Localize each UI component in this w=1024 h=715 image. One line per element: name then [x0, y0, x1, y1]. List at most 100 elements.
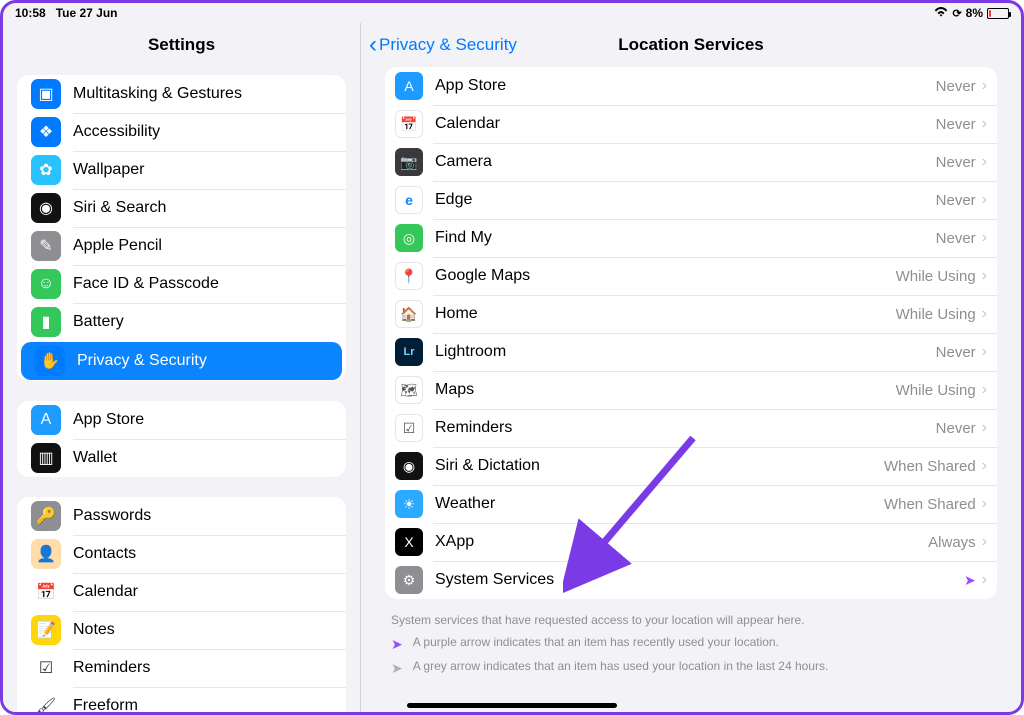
app-icon: ✿	[31, 155, 61, 185]
app-icon: ◎	[395, 224, 423, 252]
app-row-find-my[interactable]: ◎Find MyNever›	[385, 219, 997, 257]
app-label: Find My	[435, 229, 936, 247]
app-row-weather[interactable]: ☀WeatherWhen Shared›	[385, 485, 997, 523]
app-icon: ▮	[31, 307, 61, 337]
app-label: Maps	[435, 381, 896, 399]
app-icon: ✎	[31, 231, 61, 261]
chevron-right-icon: ›	[982, 533, 987, 551]
sidebar-item-face-id-passcode[interactable]: ☺ Face ID & Passcode	[17, 265, 346, 303]
app-icon: Lr	[395, 338, 423, 366]
legend-grey-text: A grey arrow indicates that an item has …	[413, 659, 829, 673]
sidebar-item-apple-pencil[interactable]: ✎Apple Pencil	[17, 227, 346, 265]
chevron-right-icon: ›	[982, 305, 987, 323]
sidebar-item-label: Freeform	[73, 697, 334, 712]
sidebar-item-wallet[interactable]: ▥Wallet	[17, 439, 346, 477]
app-row-edge[interactable]: eEdgeNever›	[385, 181, 997, 219]
app-label: System Services	[435, 571, 964, 589]
app-icon: ☀	[395, 490, 423, 518]
sidebar-item-reminders[interactable]: ☑ Reminders	[17, 649, 346, 687]
sidebar-item-label: Calendar	[73, 583, 334, 601]
app-row-system-services[interactable]: ⚙ System Services➤ ›	[385, 561, 997, 599]
sidebar-item-privacy-security[interactable]: ✋Privacy & Security	[21, 342, 342, 380]
sidebar-item-label: Notes	[73, 621, 334, 639]
chevron-right-icon: ›	[982, 457, 987, 475]
app-row-xapp[interactable]: X XAppAlways ›	[385, 523, 997, 561]
app-row-app-store[interactable]: AApp StoreNever›	[385, 67, 997, 105]
app-icon: ☺	[31, 269, 61, 299]
app-icon: ◉	[31, 193, 61, 223]
app-row-siri-dictation[interactable]: ◉Siri & DictationWhen Shared›	[385, 447, 997, 485]
app-icon: ▣	[31, 79, 61, 109]
footer-note: System services that have requested acce…	[391, 611, 991, 629]
app-label: App Store	[435, 77, 936, 95]
sidebar-item-label: App Store	[73, 411, 334, 429]
sidebar-item-wallpaper[interactable]: ✿Wallpaper	[17, 151, 346, 189]
chevron-right-icon: ›	[982, 495, 987, 513]
sidebar-item-battery[interactable]: ▮ Battery	[17, 303, 346, 341]
app-row-camera[interactable]: 📷CameraNever›	[385, 143, 997, 181]
location-apps-list: A App Store Never › 📅CalendarNever› 📷 Camera Ne…	[385, 67, 997, 599]
sidebar-item-label: Siri & Search	[73, 199, 334, 217]
app-icon: 📝	[31, 615, 61, 645]
app-icon: A	[31, 405, 61, 435]
sidebar-item-multitasking-gestures[interactable]: ▣Multitasking & Gestures	[17, 75, 346, 113]
app-row-lightroom[interactable]: LrLightroomNever›	[385, 333, 997, 371]
detail-title: Location Services	[361, 23, 1021, 67]
wifi-icon	[934, 6, 948, 20]
app-label: Home	[435, 305, 896, 323]
settings-sidebar: Settings ▣Multitasking & Gestures❖Access…	[3, 23, 361, 712]
app-row-google-maps[interactable]: 📍Google MapsWhile Using›	[385, 257, 997, 295]
app-icon: 🏠	[395, 300, 423, 328]
app-status: Never	[936, 344, 976, 361]
chevron-right-icon: ›	[982, 419, 987, 437]
sidebar-item-accessibility[interactable]: ❖Accessibility	[17, 113, 346, 151]
app-status: Always	[928, 534, 976, 551]
sidebar-item-label: Reminders	[73, 659, 334, 677]
chevron-right-icon: ›	[982, 381, 987, 399]
app-icon: 🗺	[395, 376, 423, 404]
status-date: Tue 27 Jun	[56, 6, 118, 20]
app-status: Never	[936, 192, 976, 209]
app-row-home[interactable]: 🏠HomeWhile Using›	[385, 295, 997, 333]
app-row-calendar[interactable]: 📅CalendarNever›	[385, 105, 997, 143]
app-label: Camera	[435, 153, 936, 171]
app-icon: ☑	[395, 414, 423, 442]
app-icon: ☑	[31, 653, 61, 683]
chevron-right-icon: ›	[982, 343, 987, 361]
app-label: Weather	[435, 495, 884, 513]
sidebar-item-contacts[interactable]: 👤Contacts	[17, 535, 346, 573]
sidebar-item-siri-search[interactable]: ◉ Siri & Search	[17, 189, 346, 227]
sidebar-item-label: Face ID & Passcode	[73, 275, 334, 293]
sidebar-item-label: Passwords	[73, 507, 334, 525]
app-icon: ◉	[395, 452, 423, 480]
battery-percent: 8%	[966, 6, 983, 20]
app-icon: 📷	[395, 148, 423, 176]
location-arrow-icon: ➤	[964, 572, 976, 589]
sidebar-item-freeform[interactable]: 🖌Freeform	[17, 687, 346, 712]
app-icon: A	[395, 72, 423, 100]
sidebar-item-calendar[interactable]: 📅Calendar	[17, 573, 346, 611]
battery-icon	[987, 8, 1009, 19]
app-row-maps[interactable]: 🗺MapsWhile Using›	[385, 371, 997, 409]
app-label: Siri & Dictation	[435, 457, 884, 475]
sidebar-item-label: Battery	[73, 313, 334, 331]
app-row-reminders[interactable]: ☑RemindersNever›	[385, 409, 997, 447]
rotation-lock-icon: ⟳	[952, 7, 961, 20]
sidebar-item-app-store[interactable]: A App Store	[17, 401, 346, 439]
sidebar-group-apps: 🔑Passwords👤Contacts📅Calendar 📝 Notes ☑ Remin…	[17, 497, 346, 712]
sidebar-item-label: Privacy & Security	[77, 352, 330, 370]
app-label: Google Maps	[435, 267, 896, 285]
sidebar-item-passwords[interactable]: 🔑Passwords	[17, 497, 346, 535]
legend-grey: ➤ A grey arrow indicates that an item ha…	[391, 659, 991, 677]
status-time: 10:58	[15, 6, 46, 20]
app-icon: 📍	[395, 262, 423, 290]
status-bar: 10:58 Tue 27 Jun ⟳ 8%	[3, 3, 1021, 23]
location-arrow-purple-icon: ➤	[391, 636, 403, 653]
chevron-right-icon: ›	[982, 571, 987, 589]
app-label: XApp	[435, 533, 928, 551]
sidebar-item-notes[interactable]: 📝 Notes	[17, 611, 346, 649]
app-icon: ⚙	[395, 566, 423, 594]
legend-purple: ➤ A purple arrow indicates that an item …	[391, 635, 991, 653]
app-icon: X	[395, 528, 423, 556]
detail-header: ‹ Privacy & Security Location Services	[361, 23, 1021, 67]
